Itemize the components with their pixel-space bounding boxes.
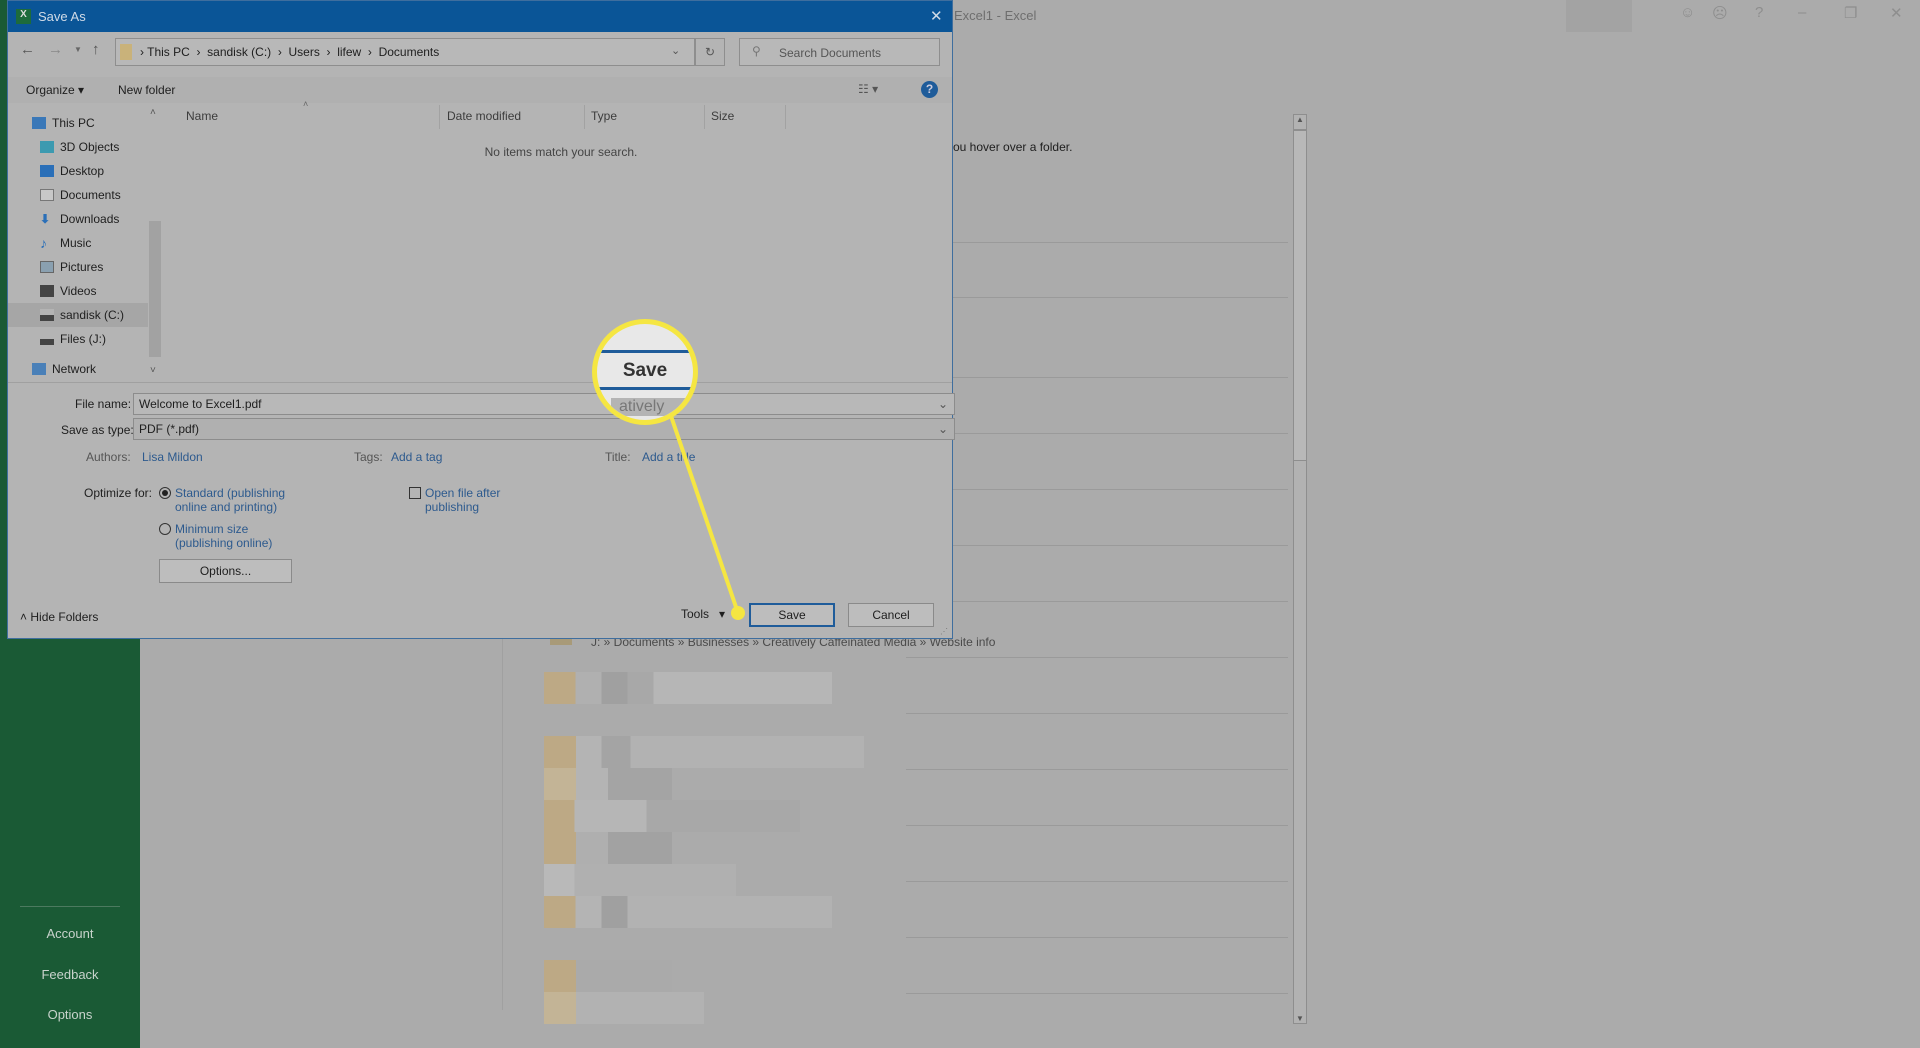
callout-annotation xyxy=(669,415,745,620)
callout-dot xyxy=(731,606,745,620)
callout-line xyxy=(669,415,740,614)
magnified-save-label: Save xyxy=(622,360,668,381)
magnified-background-text: atively xyxy=(611,398,693,416)
magnifier-callout: Save atively xyxy=(592,319,698,425)
